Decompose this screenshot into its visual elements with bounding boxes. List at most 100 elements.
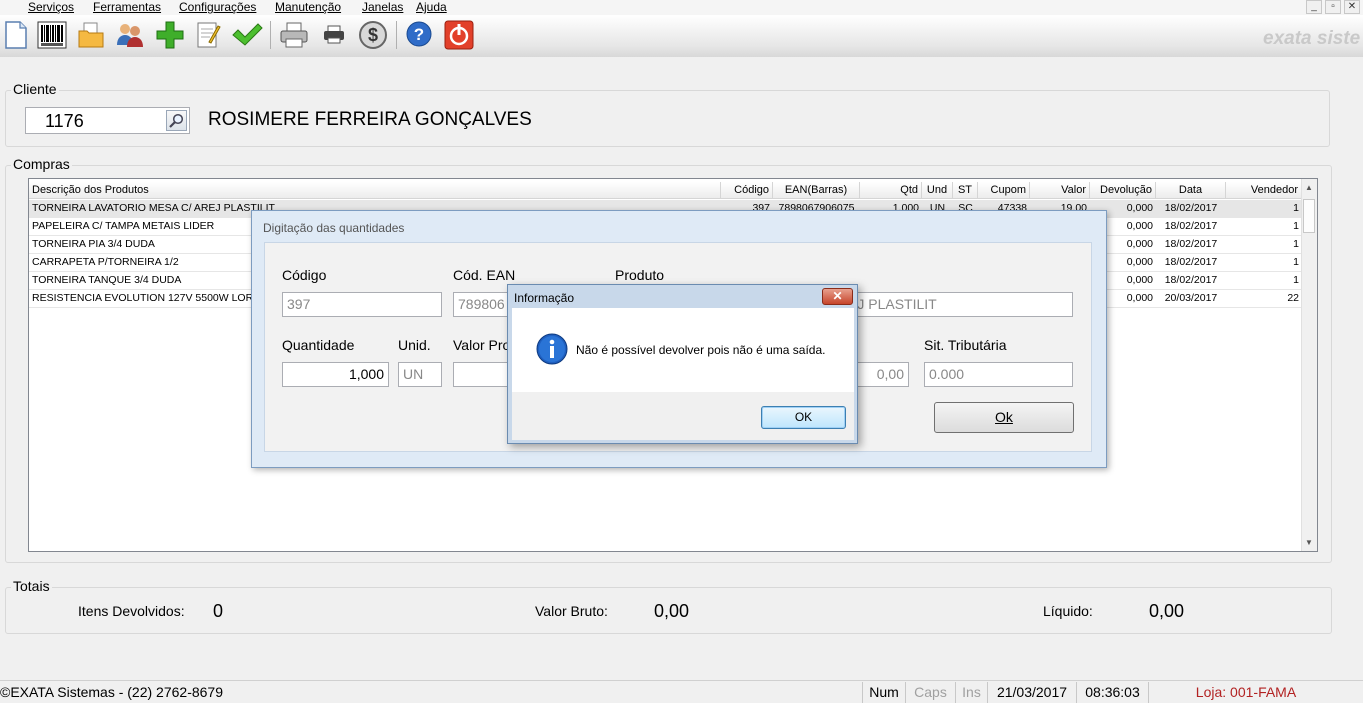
cliente-code-value: 1176 (45, 111, 84, 131)
grid-scrollbar[interactable]: ▲ ▼ (1301, 179, 1317, 551)
status-company: ©EXATA Sistemas - (22) 2762-8679 (0, 684, 224, 700)
quantity-dialog-title: Digitação das quantidades (263, 221, 405, 235)
cell-vendedor: 22 (1287, 292, 1299, 304)
compras-title: Compras (11, 156, 72, 172)
quantidade-label: Quantidade (282, 337, 355, 353)
menu-configuracoes[interactable]: Configurações (179, 0, 256, 14)
search-icon[interactable] (166, 110, 187, 131)
col-valor[interactable]: Valor (1030, 182, 1090, 199)
valor-total-field[interactable]: 0,00 (857, 362, 909, 387)
menu-ajuda[interactable]: Ajuda (416, 0, 447, 14)
liquido-label: Líquido: (1043, 603, 1093, 619)
info-message: Não é possível devolver pois não é uma s… (576, 343, 826, 357)
info-icon (536, 333, 568, 365)
add-plus-icon[interactable] (154, 19, 186, 51)
edit-notepad-icon[interactable] (192, 19, 224, 51)
itens-devolvidos-label: Itens Devolvidos: (78, 603, 185, 619)
col-vendedor[interactable]: Vendedor (1226, 182, 1302, 199)
col-cupom[interactable]: Cupom (978, 182, 1030, 199)
cell-vendedor: 1 (1293, 202, 1299, 214)
info-ok-button[interactable]: OK (761, 406, 846, 429)
status-ins: Ins (955, 682, 987, 703)
cell-data: 18/02/2017 (1164, 274, 1218, 286)
cell-vendedor: 1 (1293, 274, 1299, 286)
liquido-value: 0,00 (1149, 601, 1185, 621)
col-data[interactable]: Data (1156, 182, 1226, 199)
col-ean[interactable]: EAN(Barras) (773, 182, 860, 199)
toolbar: $ ? exata siste (0, 15, 1363, 57)
cell-vendedor: 1 (1293, 256, 1299, 268)
menu-ferramentas[interactable]: Ferramentas (93, 0, 161, 14)
info-dialog: Informação ✕ Não é possível devolver poi… (507, 284, 858, 444)
sit-tributaria-label: Sit. Tributária (924, 337, 1007, 353)
restore-button[interactable]: ▫ (1325, 0, 1341, 14)
grid-header: Descrição dos Produtos Código EAN(Barras… (29, 182, 1302, 199)
menu-servicos[interactable]: Serviços (28, 0, 74, 14)
col-codigo[interactable]: Código (721, 182, 773, 199)
unid-field[interactable]: UN (398, 362, 442, 387)
confirm-check-icon[interactable] (231, 19, 263, 51)
printer-icon[interactable] (278, 19, 310, 51)
dollar-coin-icon[interactable]: $ (357, 19, 389, 51)
produto-field[interactable]: EJ PLASTILIT (843, 292, 1073, 317)
new-document-icon[interactable] (0, 19, 32, 51)
menu-manutencao[interactable]: Manutenção (275, 0, 341, 14)
cell-data: 18/02/2017 (1164, 220, 1218, 232)
status-num: Num (862, 682, 905, 703)
valor-label: Valor Pro (453, 337, 511, 353)
col-descricao[interactable]: Descrição dos Produtos (29, 182, 721, 199)
ean-label: Cód. EAN (453, 267, 516, 283)
scroll-thumb[interactable] (1303, 199, 1315, 233)
status-loja: Loja: 001-FAMA (1148, 682, 1343, 703)
col-st[interactable]: ST (953, 182, 978, 199)
status-caps: Caps (905, 682, 955, 703)
small-printer-icon[interactable] (318, 19, 350, 51)
open-folder-icon[interactable] (75, 19, 107, 51)
valor-bruto-label: Valor Bruto: (535, 603, 608, 619)
minimize-button[interactable]: _ (1306, 0, 1322, 14)
cell-vendedor: 1 (1293, 220, 1299, 232)
cliente-group (5, 90, 1330, 147)
cliente-title: Cliente (11, 81, 59, 97)
sit-tributaria-field[interactable]: 0.000 (924, 362, 1073, 387)
menu-bar: Serviços Ferramentas Configurações Manut… (0, 0, 1363, 15)
codigo-field[interactable]: 397 (282, 292, 442, 317)
cell-vendedor: 1 (1293, 238, 1299, 250)
svg-text:$: $ (368, 25, 378, 45)
info-dialog-title: Informação (514, 291, 575, 305)
col-devolucao[interactable]: Devolução (1090, 182, 1156, 199)
status-date: 21/03/2017 (987, 682, 1076, 703)
cell-data: 18/02/2017 (1164, 238, 1218, 250)
help-question-icon[interactable]: ? (403, 19, 435, 51)
power-exit-icon[interactable] (443, 19, 475, 51)
unid-label: Unid. (398, 337, 431, 353)
produto-label: Produto (615, 267, 665, 283)
barcode-icon[interactable] (36, 19, 68, 51)
svg-text:?: ? (414, 25, 424, 44)
scroll-up-icon[interactable]: ▲ (1305, 183, 1313, 192)
close-button[interactable]: ✕ (1344, 0, 1360, 14)
codigo-label: Código (282, 267, 327, 283)
totais-title: Totais (11, 578, 52, 594)
scroll-down-icon[interactable]: ▼ (1305, 538, 1313, 547)
brand-logo: exata siste (1263, 28, 1361, 49)
info-dialog-footer: OK (512, 392, 854, 440)
menu-janelas[interactable]: Janelas (362, 0, 403, 14)
col-und[interactable]: Und (922, 182, 953, 199)
cliente-code-field[interactable]: 1176 (25, 107, 190, 134)
toolbar-separator (396, 21, 397, 49)
cliente-name: ROSIMERE FERREIRA GONÇALVES (208, 109, 532, 130)
info-close-button[interactable]: ✕ (822, 288, 853, 305)
col-qtd[interactable]: Qtd (860, 182, 922, 199)
cell-data: 18/02/2017 (1164, 202, 1218, 214)
users-icon[interactable] (114, 19, 146, 51)
ok-button[interactable]: Ok (934, 402, 1074, 433)
status-bar: ©EXATA Sistemas - (22) 2762-8679 Num Cap… (0, 680, 1363, 703)
quantidade-field[interactable]: 1,000 (282, 362, 389, 387)
toolbar-separator (270, 21, 271, 49)
valor-bruto-value: 0,00 (654, 601, 690, 621)
ean-field[interactable]: 789806 (453, 292, 513, 317)
info-dialog-body: Não é possível devolver pois não é uma s… (512, 308, 854, 440)
cell-data: 20/03/2017 (1164, 292, 1218, 304)
valor-field[interactable] (453, 362, 513, 387)
